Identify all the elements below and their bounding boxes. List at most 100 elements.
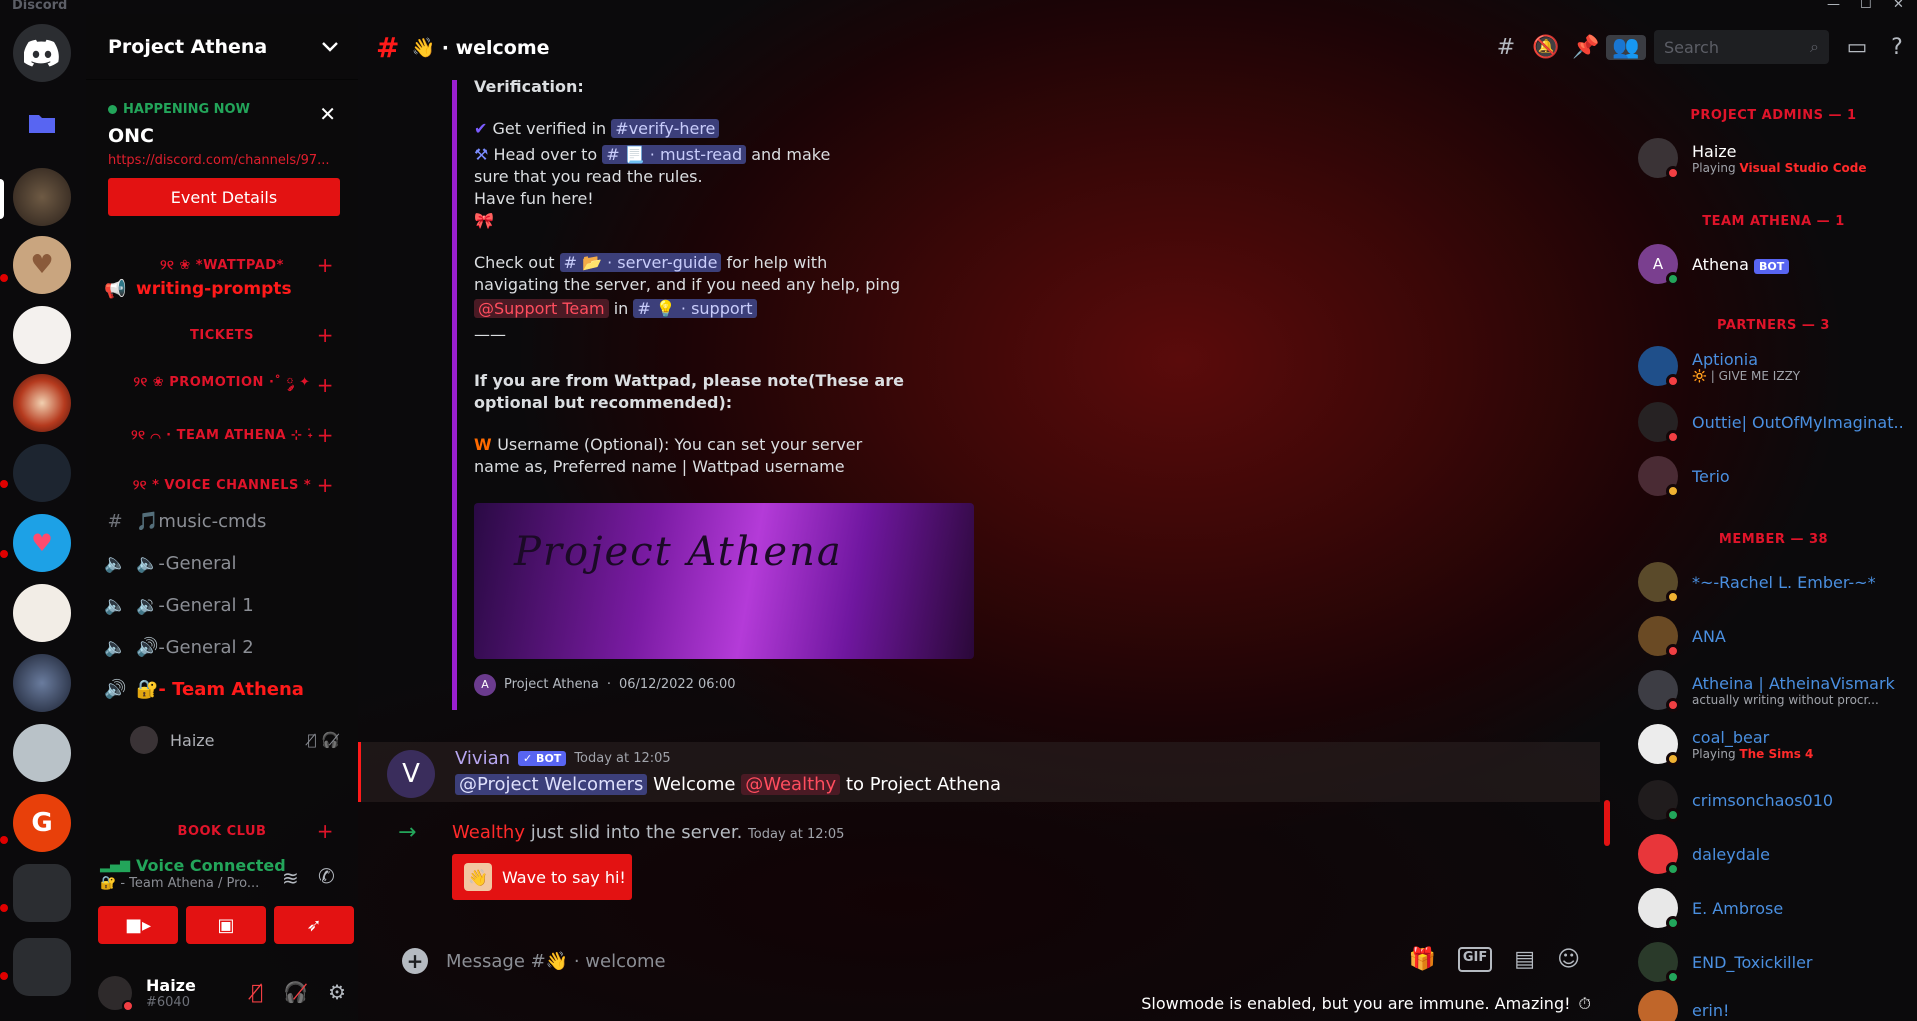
- server-hooded-icon[interactable]: [13, 444, 71, 502]
- channel-topbar: # 👋 · welcome # 🔕 📌 👥 Search ⌕ ▭ ?: [358, 14, 1917, 80]
- message-input[interactable]: Message #👋 · welcome: [446, 951, 666, 972]
- notification-bell-muted-icon[interactable]: 🔕: [1526, 35, 1566, 60]
- server-portrait-icon[interactable]: [13, 374, 71, 432]
- unread-dot: [0, 274, 8, 282]
- add-channel-icon[interactable]: +: [317, 323, 334, 347]
- message-vivian[interactable]: V Vivian ✓ BOT Today at 12:05 @Project Wel…: [358, 742, 1600, 802]
- member-e-ambrose[interactable]: E. Ambrose: [1638, 886, 1913, 930]
- close-icon[interactable]: ✕: [319, 102, 336, 126]
- member-athena[interactable]: A Athena BOT: [1638, 242, 1913, 286]
- server-coffee-icon[interactable]: [13, 584, 71, 642]
- add-channel-icon[interactable]: +: [317, 473, 334, 497]
- member-atheina[interactable]: Atheina | AtheinaVismark actually writing…: [1638, 668, 1913, 712]
- event-details-button[interactable]: Event Details: [108, 178, 340, 216]
- category-team-athena[interactable]: ୨୧ ⌒ · TEAM ATHENA ⊹ ࣪˖ +: [86, 423, 358, 447]
- threads-icon[interactable]: #: [1486, 35, 1526, 60]
- discord-home-icon[interactable]: [13, 24, 71, 82]
- slowmode-notice: Slowmode is enabled, but you are immune.…: [1141, 994, 1591, 1013]
- member-list-icon[interactable]: 👥: [1606, 34, 1646, 60]
- user-mention-wealthy[interactable]: @Wealthy: [741, 774, 841, 795]
- mute-microphone-icon[interactable]: 🎙̸: [251, 980, 263, 1004]
- voice-user-haize[interactable]: Haize 🎙̸ 🎧̸: [130, 726, 340, 754]
- disconnect-icon[interactable]: ✆: [318, 864, 335, 888]
- member-ana[interactable]: ANA: [1638, 614, 1913, 658]
- member-outtie[interactable]: Outtie| OutOfMyImaginat...: [1638, 400, 1913, 444]
- attach-plus-icon[interactable]: +: [402, 948, 428, 974]
- channel-link-must-read[interactable]: # 📃 · must-read: [602, 145, 747, 164]
- add-channel-icon[interactable]: +: [317, 423, 334, 447]
- deafen-headphones-icon[interactable]: 🎧̸: [283, 980, 308, 1004]
- gif-button[interactable]: GIF: [1457, 947, 1493, 972]
- channel-writing-prompts[interactable]: 📢 writing-prompts: [104, 272, 344, 306]
- avatar: [1638, 724, 1680, 766]
- pin-icon[interactable]: 📌: [1566, 35, 1606, 60]
- selected-server-pill: [0, 179, 4, 219]
- channel-general-1[interactable]: 🔈 🔉-General 1: [104, 588, 344, 622]
- add-channel-icon[interactable]: +: [317, 819, 334, 843]
- channel-general[interactable]: 🔈 🔈-General: [104, 546, 344, 580]
- channel-link-verify[interactable]: #verify-here: [611, 119, 720, 138]
- server-anime-icon[interactable]: [13, 654, 71, 712]
- member-end-toxickiller[interactable]: END_Toxickiller: [1638, 940, 1913, 984]
- embed-footer: A Project Athena · 06/12/2022 06:00: [474, 674, 736, 696]
- folder-icon[interactable]: [13, 94, 71, 152]
- avatar: [1638, 780, 1680, 822]
- channel-general-2[interactable]: 🔈 🔊-General 2: [104, 630, 344, 664]
- sticker-icon[interactable]: ▤: [1514, 947, 1535, 972]
- voice-connected-status[interactable]: ▂▄▆ Voice Connected: [100, 856, 286, 875]
- inbox-icon[interactable]: ▭: [1837, 35, 1877, 60]
- channel-music-cmds[interactable]: # 🎵music-cmds: [104, 504, 344, 538]
- server-cat-icon[interactable]: [13, 306, 71, 364]
- avatar[interactable]: V: [387, 750, 435, 798]
- channel-link-server-guide[interactable]: # 📂 · server-guide: [559, 253, 722, 272]
- server-owl-icon[interactable]: [13, 168, 71, 226]
- member-category-admins: PROJECT ADMINS — 1: [1690, 108, 1857, 123]
- emoji-icon[interactable]: ☺: [1557, 947, 1580, 972]
- event-link[interactable]: https://discord.com/channels/97...: [108, 153, 338, 168]
- project-athena-banner-image[interactable]: Project Athena: [474, 503, 974, 659]
- server-heart-icon[interactable]: ♥: [13, 236, 71, 294]
- member-haize[interactable]: Haize Playing Visual Studio Code: [1638, 136, 1913, 180]
- server-folder-group-icon[interactable]: [13, 938, 71, 996]
- camera-button[interactable]: ■▸: [98, 906, 178, 944]
- category-promotion[interactable]: ୨୧ ❀ PROMOTION ·˚ ༘ ✦ +: [86, 373, 358, 397]
- role-mention-support-team[interactable]: @Support Team: [474, 299, 609, 318]
- settings-gear-icon[interactable]: ⚙: [328, 980, 346, 1004]
- screen-share-button[interactable]: ▣: [186, 906, 266, 944]
- member-rachel[interactable]: *~-Rachel L. Ember-~*: [1638, 560, 1913, 604]
- server-kofi-icon[interactable]: ♥: [13, 514, 71, 572]
- member-aptionia[interactable]: Aptionia 🔆 | GIVE ME IZZY: [1638, 344, 1913, 388]
- noise-suppression-icon[interactable]: ≋: [282, 866, 299, 890]
- gift-icon[interactable]: 🎁: [1408, 947, 1435, 972]
- channel-team-athena-voice[interactable]: 🔊 🔐- Team Athena: [104, 672, 344, 706]
- minimize-button[interactable]: —: [1827, 0, 1840, 12]
- search-input[interactable]: Search ⌕: [1654, 30, 1829, 64]
- dnd-status-icon: [1666, 166, 1680, 180]
- unread-dot: [0, 480, 8, 488]
- member-daleydale[interactable]: daleydale: [1638, 832, 1913, 876]
- author-name[interactable]: Vivian: [455, 748, 510, 769]
- server-header[interactable]: Project Athena: [86, 14, 358, 80]
- member-erin[interactable]: erin!: [1638, 988, 1913, 1021]
- channel-link-support[interactable]: # 💡 · support: [633, 299, 757, 318]
- member-crimsonchaos[interactable]: crimsonchaos010: [1638, 778, 1913, 822]
- category-book-club[interactable]: BOOK CLUB +: [86, 819, 358, 843]
- member-terio[interactable]: Terio: [1638, 454, 1913, 498]
- member-coal-bear[interactable]: coal_bear Playing The Sims 4: [1638, 722, 1913, 766]
- help-icon[interactable]: ?: [1877, 35, 1917, 60]
- hammer-icon: ⚒: [474, 145, 494, 164]
- server-folder-group-icon[interactable]: [13, 864, 71, 922]
- joined-user-name[interactable]: Wealthy: [452, 822, 525, 843]
- activity-button[interactable]: ➶: [274, 906, 354, 944]
- category-tickets[interactable]: TICKETS +: [86, 323, 358, 347]
- scrollbar-thumb[interactable]: [1604, 800, 1610, 846]
- server-gray-icon[interactable]: [13, 724, 71, 782]
- add-channel-icon[interactable]: +: [317, 373, 334, 397]
- role-mention-project-welcomers[interactable]: @Project Welcomers: [455, 774, 648, 795]
- avatar[interactable]: [98, 975, 134, 1012]
- category-voice-channels[interactable]: ୨୧ * VOICE CHANNELS * +: [86, 473, 358, 497]
- server-g-icon[interactable]: G: [13, 794, 71, 852]
- close-window-button[interactable]: ✕: [1893, 0, 1904, 12]
- wave-button[interactable]: 👋 Wave to say hi!: [452, 854, 632, 900]
- maximize-button[interactable]: ☐: [1860, 0, 1872, 12]
